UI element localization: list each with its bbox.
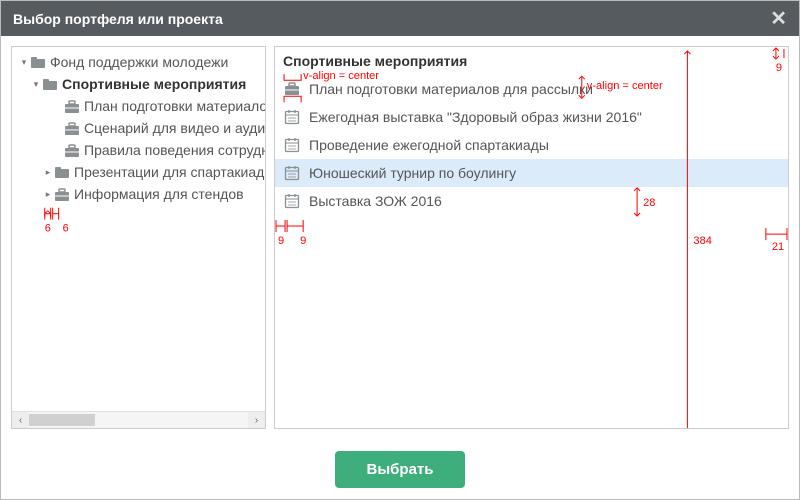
tree-node[interactable]: ▸ Информация для стендов [12, 183, 265, 205]
dialog-select-portfolio: Выбор портфеля или проекта ✕ ▾ Фонд подде… [0, 0, 800, 500]
expander-icon[interactable]: ▾ [30, 79, 42, 90]
titlebar: Выбор портфеля или проекта ✕ [1, 1, 799, 36]
list-item-label: Выставка ЗОЖ 2016 [309, 193, 442, 209]
list-item[interactable]: Проведение ежегодной спартакиады [275, 131, 788, 159]
folder-icon [42, 77, 58, 91]
expander-icon[interactable]: ▸ [42, 167, 54, 178]
cal-icon [284, 165, 300, 181]
list-header: Спортивные мероприятия [275, 47, 788, 75]
tree-node[interactable]: ▾ Фонд поддержки молодежи [12, 51, 265, 73]
tree-node[interactable]: ▾ Спортивные мероприятия [12, 73, 265, 95]
dialog-footer: Выбрать [1, 439, 799, 499]
folder-icon [30, 55, 46, 69]
list-item[interactable]: Выставка ЗОЖ 2016 [275, 187, 788, 215]
list-item[interactable]: Юношеский турнир по боулингу [275, 159, 788, 187]
dialog-title: Выбор портфеля или проекта [13, 11, 223, 27]
list-pane: Спортивные мероприятия План подготовки м… [274, 46, 789, 429]
tree-pane: ▾ Фонд поддержки молодежи ▾ Спортивные меро… [11, 46, 266, 429]
brief-icon [64, 121, 80, 135]
brief-icon [54, 187, 70, 201]
tree-h-scrollbar[interactable]: ‹ › [12, 411, 265, 428]
close-icon[interactable]: ✕ [770, 9, 787, 29]
dialog-body: ▾ Фонд поддержки молодежи ▾ Спортивные меро… [1, 36, 799, 439]
scroll-track[interactable] [29, 414, 248, 426]
brief-icon [64, 143, 80, 157]
expander-icon[interactable]: ▾ [18, 57, 30, 68]
list-body[interactable]: План подготовки материалов для рассылки Е… [275, 75, 788, 428]
cal-icon [284, 109, 300, 125]
list-item-label: Проведение ежегодной спартакиады [309, 137, 549, 153]
scroll-left-arrow-icon[interactable]: ‹ [12, 412, 29, 429]
select-button[interactable]: Выбрать [335, 451, 466, 488]
tree-node[interactable]: Правила поведения сотрудников [12, 139, 265, 161]
list-item[interactable]: Ежегодная выставка "Здоровый образ жизни… [275, 103, 788, 131]
tree-node[interactable]: Сценарий для видео и аудиороли [12, 117, 265, 139]
folder-icon [54, 165, 70, 179]
tree-node[interactable]: План подготовки материалов д [12, 95, 265, 117]
tree-node-label: Фонд поддержки молодежи [50, 54, 228, 70]
list-item[interactable]: План подготовки материалов для рассылки [275, 75, 788, 103]
list-item-label: Ежегодная выставка "Здоровый образ жизни… [309, 109, 642, 125]
tree-node-label: Спортивные мероприятия [62, 76, 246, 92]
scroll-thumb[interactable] [29, 414, 95, 426]
tree-node-label: План подготовки материалов д [84, 98, 265, 114]
tree-node-label: Информация для стендов [74, 186, 244, 202]
list-item-label: План подготовки материалов для рассылки [309, 81, 593, 97]
tree-node-label: Презентации для спартакиады [74, 164, 265, 180]
brief-icon [284, 81, 300, 97]
tree-node-label: Правила поведения сотрудников [84, 142, 265, 158]
cal-icon [284, 137, 300, 153]
list-item-label: Юношеский турнир по боулингу [309, 165, 516, 181]
brief-icon [64, 99, 80, 113]
tree-node[interactable]: ▸ Презентации для спартакиады [12, 161, 265, 183]
cal-icon [284, 193, 300, 209]
expander-icon[interactable]: ▸ [42, 189, 54, 200]
tree-node-label: Сценарий для видео и аудиороли [84, 120, 265, 136]
scroll-right-arrow-icon[interactable]: › [248, 412, 265, 429]
tree-scroll[interactable]: ▾ Фонд поддержки молодежи ▾ Спортивные меро… [12, 47, 265, 411]
